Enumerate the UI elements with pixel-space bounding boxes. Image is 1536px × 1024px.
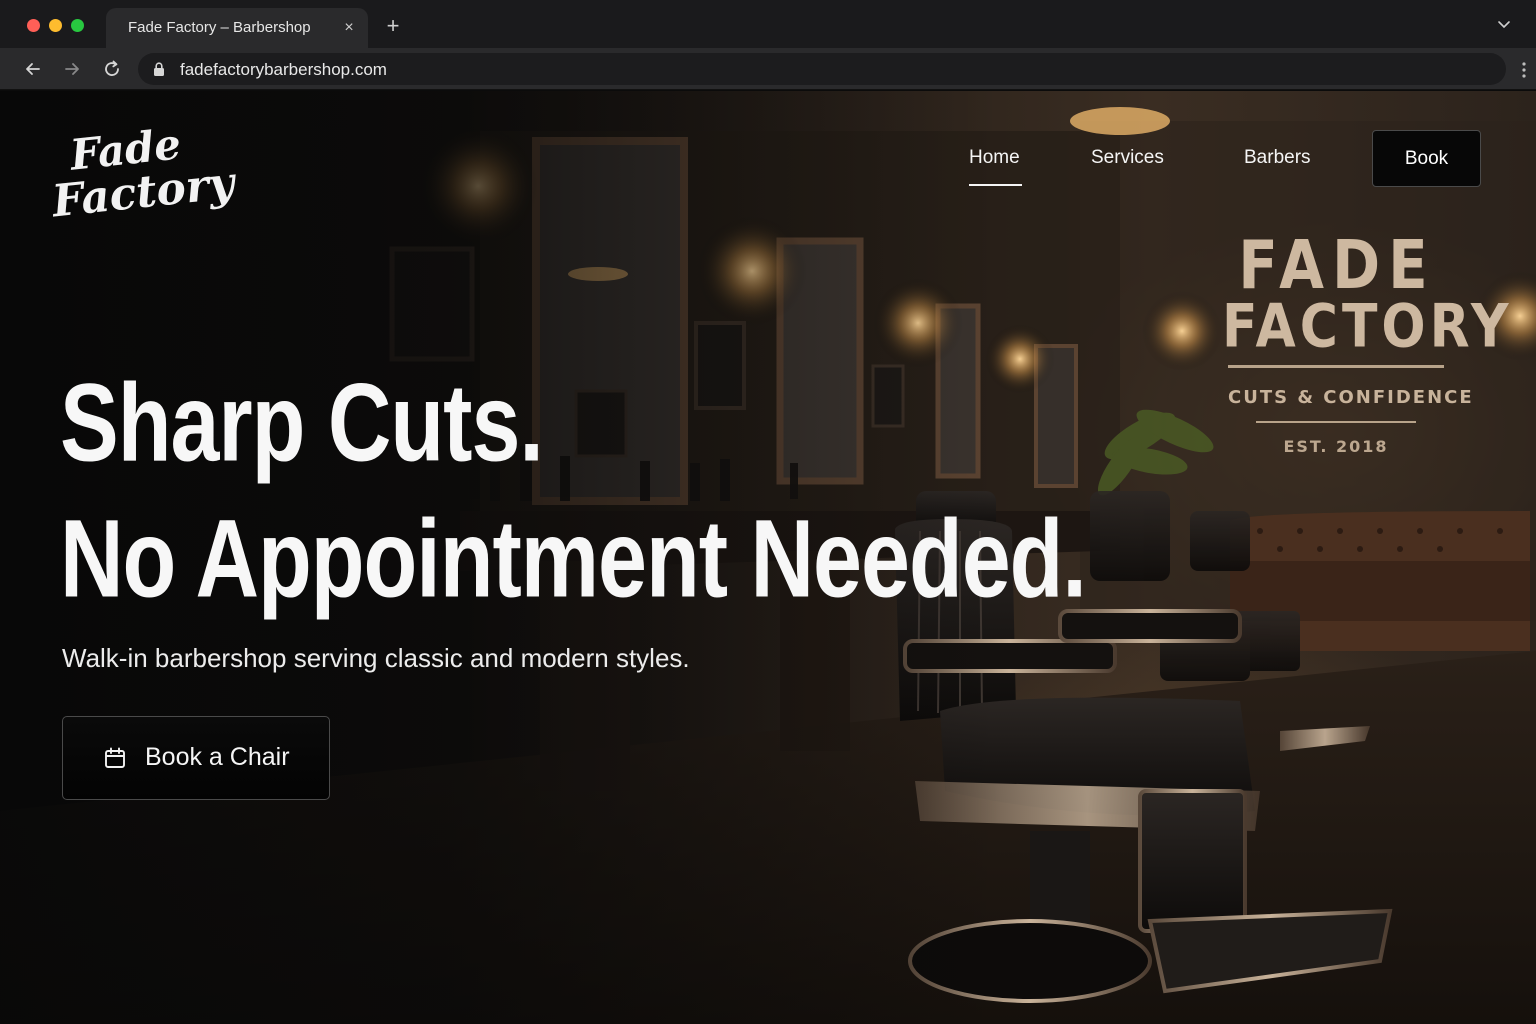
window-minimize-button[interactable]	[49, 19, 62, 32]
tab-close-icon[interactable]: ×	[340, 19, 358, 37]
wall-sign-divider	[1228, 365, 1444, 368]
hero-subtitle: Walk-in barbershop serving classic and m…	[62, 643, 690, 673]
tab-title: Fade Factory – Barbershop	[128, 19, 311, 36]
book-a-chair-button[interactable]: Book a Chair	[62, 716, 330, 800]
window-zoom-button[interactable]	[71, 19, 84, 32]
reload-icon[interactable]	[101, 58, 123, 80]
nav-active-indicator	[969, 184, 1022, 186]
book-a-chair-label: Book a Chair	[145, 743, 290, 771]
window-close-button[interactable]	[27, 19, 40, 32]
new-tab-button[interactable]: +	[382, 15, 404, 37]
nav-book-button[interactable]: Book	[1372, 130, 1481, 187]
wall-sign-established: EST. 2018	[1283, 437, 1389, 456]
calendar-icon	[105, 747, 125, 768]
nav-link-services[interactable]: Services	[1091, 147, 1164, 169]
wall-sign-divider-small	[1256, 421, 1416, 423]
address-bar[interactable]: fadefactorybarbershop.com	[138, 53, 1506, 85]
back-arrow-icon[interactable]	[22, 58, 44, 80]
hero-section: Fade Factory Home Services Barbers Book …	[0, 91, 1536, 1024]
lock-icon	[154, 62, 164, 76]
wall-sign-line2: FACTORY	[1222, 292, 1513, 362]
url-text: fadefactorybarbershop.com	[180, 60, 387, 79]
hero-headline-line1: Sharp Cuts.	[60, 360, 544, 484]
more-menu-icon[interactable]	[1522, 61, 1526, 79]
tab-search-chevron-icon[interactable]	[1496, 16, 1512, 32]
browser-tab-active[interactable]: Fade Factory – Barbershop ×	[106, 8, 368, 48]
nav-link-barbers[interactable]: Barbers	[1244, 147, 1311, 169]
site-logo[interactable]: Fade Factory	[50, 119, 237, 233]
browser-tab-strip: Fade Factory – Barbershop × +	[0, 0, 1536, 48]
wall-sign-tagline: CUTS & CONFIDENCE	[1228, 387, 1474, 408]
forward-arrow-icon[interactable]	[61, 58, 83, 80]
nav-link-home[interactable]: Home	[969, 147, 1020, 169]
browser-toolbar: fadefactorybarbershop.com	[0, 48, 1536, 90]
hero-headline-line2: No Appointment Needed.	[60, 496, 1087, 620]
